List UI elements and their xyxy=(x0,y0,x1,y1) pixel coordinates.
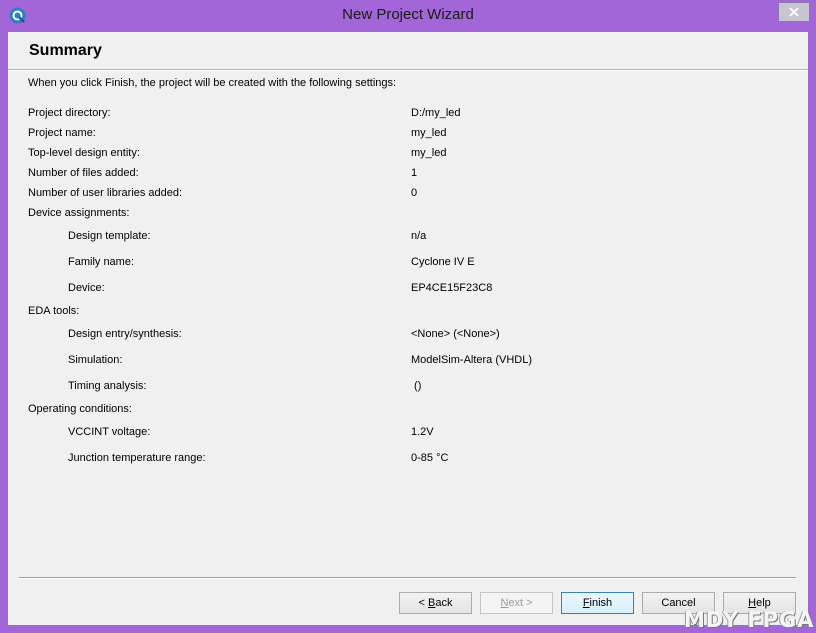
back-button[interactable]: < Back xyxy=(399,592,472,614)
label-project-directory: Project directory: xyxy=(28,107,111,119)
label-family-name: Family name: xyxy=(68,256,135,268)
value-user-libraries: 0 xyxy=(411,187,418,199)
label-device: Device: xyxy=(68,282,105,294)
value-timing-analysis: () xyxy=(411,380,422,392)
label-vccint-voltage: VCCINT voltage: xyxy=(68,426,151,438)
page-heading: Summary xyxy=(29,42,102,59)
back-prefix: < xyxy=(418,597,428,609)
finish-button[interactable]: Finish xyxy=(561,592,634,614)
value-family-name: Cyclone IV E xyxy=(411,256,475,268)
label-timing-analysis: Timing analysis: xyxy=(68,380,147,392)
close-button[interactable] xyxy=(778,2,810,22)
finish-rest: inish xyxy=(589,597,613,609)
close-icon xyxy=(789,7,799,17)
label-simulation: Simulation: xyxy=(68,354,123,366)
title-bar[interactable]: New Project Wizard xyxy=(0,0,816,32)
value-simulation: ModelSim-Altera (VHDL) xyxy=(411,354,533,366)
header-divider-highlight xyxy=(8,70,808,71)
label-design-entry: Design entry/synthesis: xyxy=(68,328,182,340)
value-files-added: 1 xyxy=(411,167,418,179)
watermark-text: MDY FPGA xyxy=(684,608,815,632)
finish-mnemonic: F xyxy=(582,597,590,609)
next-rest: ext > xyxy=(508,597,533,609)
value-design-template: n/a xyxy=(411,230,427,242)
label-junction-temperature: Junction temperature range: xyxy=(68,452,206,464)
label-design-template: Design template: xyxy=(68,230,151,242)
window-title: New Project Wizard xyxy=(342,6,474,23)
next-button[interactable]: Next > xyxy=(480,592,553,614)
label-eda-tools: EDA tools: xyxy=(28,305,80,317)
label-top-level-entity: Top-level design entity: xyxy=(28,147,140,159)
value-device: EP4CE15F23C8 xyxy=(411,282,493,294)
wizard-window: New Project Wizard Summary When you clic… xyxy=(0,0,816,633)
next-mnemonic: N xyxy=(500,597,509,609)
value-design-entry: <None> (<None>) xyxy=(411,328,500,340)
value-project-name: my_led xyxy=(411,127,447,139)
footer-divider-highlight xyxy=(19,578,796,579)
wizard-page: Summary When you click Finish, the proje… xyxy=(8,32,808,625)
label-project-name: Project name: xyxy=(28,127,96,139)
value-project-directory: D:/my_led xyxy=(411,107,461,119)
label-device-assignments: Device assignments: xyxy=(28,207,130,219)
back-rest: ack xyxy=(435,597,453,609)
intro-text: When you click Finish, the project will … xyxy=(28,77,397,89)
back-mnemonic: B xyxy=(428,597,436,609)
value-top-level-entity: my_led xyxy=(411,147,447,159)
label-user-libraries: Number of user libraries added: xyxy=(28,187,183,199)
value-junction-temperature: 0-85 °C xyxy=(411,452,449,464)
value-vccint-voltage: 1.2V xyxy=(411,426,434,438)
label-files-added: Number of files added: xyxy=(28,167,139,179)
label-operating-conditions: Operating conditions: xyxy=(28,403,132,415)
